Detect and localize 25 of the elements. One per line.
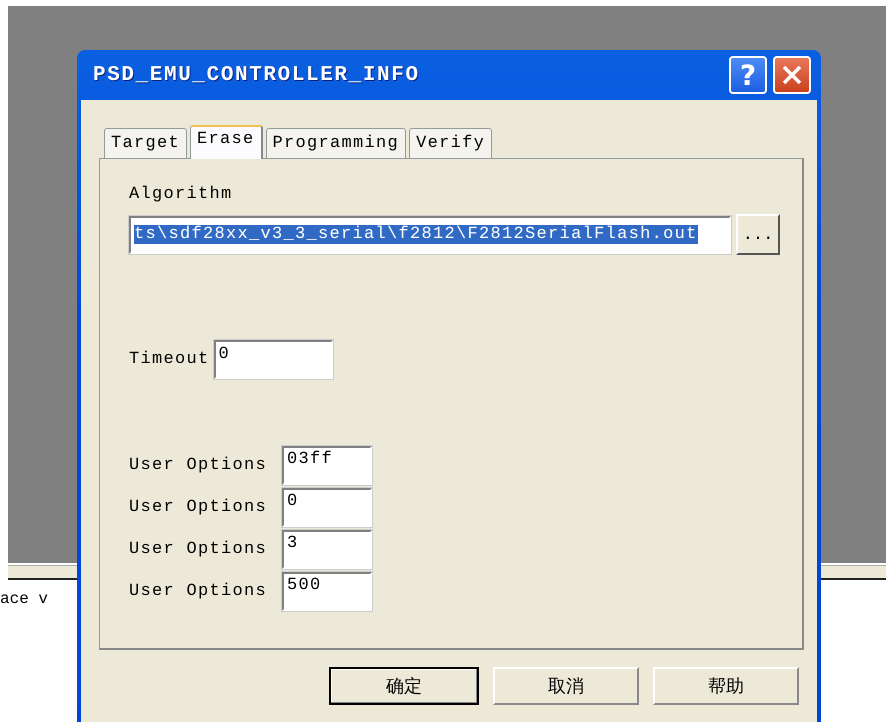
close-button[interactable] (773, 56, 811, 94)
dialog-button[interactable]: 确定 (329, 667, 479, 705)
browse-button[interactable]: ... (736, 214, 780, 255)
algorithm-field[interactable]: ts\sdf28xx_v3_3_serial\f2812\F2812SerialFlash.out (129, 216, 731, 254)
user-options-label: User Options (129, 498, 268, 517)
user-options-field[interactable]: 500 (282, 572, 372, 611)
user-options-label: User Options (129, 582, 268, 601)
tab[interactable]: Verify (409, 128, 492, 158)
background-text: ace v (0, 590, 48, 608)
window-title: PSD_EMU_CONTROLLER_INFO (93, 64, 421, 86)
user-options-field[interactable]: 0 (282, 488, 372, 527)
user-options-field[interactable]: 3 (282, 530, 372, 569)
user-options-label: User Options (129, 540, 268, 559)
tab[interactable]: Erase (190, 125, 263, 159)
dialog-button[interactable]: 帮助 (653, 667, 799, 705)
user-options-label: User Options (129, 456, 268, 475)
timeout-field[interactable]: 0 (214, 340, 333, 379)
tab[interactable]: Programming (266, 128, 406, 158)
timeout-label: Timeout (129, 350, 210, 369)
algorithm-label: Algorithm (129, 185, 234, 204)
close-icon (781, 64, 803, 86)
user-options-field[interactable]: 03ff (282, 446, 372, 485)
dialog-button[interactable]: 取消 (493, 667, 639, 705)
tab[interactable]: Target (104, 128, 188, 158)
help-button[interactable]: ? (729, 56, 767, 94)
